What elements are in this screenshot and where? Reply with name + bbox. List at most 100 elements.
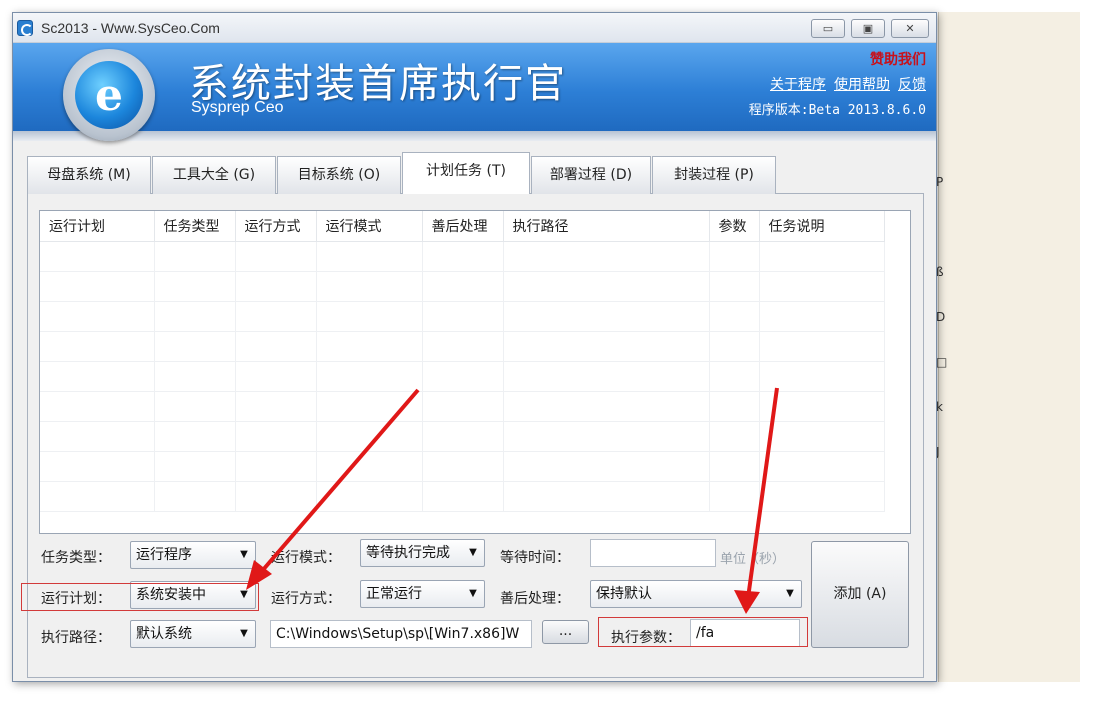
close-button[interactable]: ✕ [891, 19, 929, 38]
table-cell [154, 241, 236, 272]
column-header[interactable]: 执行路径 [503, 211, 710, 242]
app-icon [17, 20, 33, 36]
table-cell [503, 301, 710, 332]
dropdown-arrow-icon: ▼ [786, 588, 794, 599]
table-cell [759, 361, 885, 392]
logo-icon: e [75, 61, 143, 129]
run-mode-label: 运行模式： [271, 550, 341, 566]
tab-scheduled-tasks[interactable]: 计划任务 (T) [402, 152, 530, 194]
tab-tools[interactable]: 工具大全 (G) [152, 156, 276, 194]
version-text: 程序版本:Beta 2013.8.6.0 [748, 103, 926, 118]
table-cell [316, 481, 423, 512]
table-cell [709, 271, 760, 302]
task-type-select[interactable]: 运行程序 ▼ [130, 541, 256, 569]
table-row [40, 271, 885, 302]
table-body [40, 241, 885, 512]
exec-path-label: 执行路径： [41, 630, 111, 646]
exec-path-select[interactable]: 默认系统 ▼ [130, 620, 256, 648]
column-header[interactable]: 运行计划 [40, 211, 155, 242]
app-logo: e [63, 49, 155, 141]
table-cell [316, 361, 423, 392]
background-panel [938, 12, 1080, 682]
run-mode-select[interactable]: 等待执行完成 ▼ [360, 539, 485, 567]
table-cell [503, 481, 710, 512]
table-header-row: 运行计划 任务类型 运行方式 运行模式 善后处理 执行路径 参数 任务说明 [40, 211, 885, 242]
column-header[interactable]: 任务说明 [759, 211, 885, 242]
table-cell [154, 481, 236, 512]
path-input[interactable]: C:\Windows\Setup\sp\[Win7.x86]W [270, 620, 532, 648]
table-cell [40, 361, 155, 392]
task-type-label: 任务类型： [41, 550, 111, 566]
table-cell [154, 451, 236, 482]
table-cell [40, 331, 155, 362]
add-button[interactable]: 添加 (A) [811, 541, 909, 648]
table-cell [40, 421, 155, 452]
dropdown-arrow-icon: ▼ [240, 628, 248, 639]
table-cell [422, 271, 504, 302]
tab-deploy-process[interactable]: 部署过程 (D) [531, 156, 651, 194]
table-cell [422, 391, 504, 422]
table-cell [235, 391, 317, 422]
maximize-button[interactable]: ▣ [851, 19, 885, 38]
table-row [40, 331, 885, 362]
table-cell [503, 451, 710, 482]
run-method-select[interactable]: 正常运行 ▼ [360, 580, 485, 608]
table-cell [422, 451, 504, 482]
table-cell [503, 361, 710, 392]
table-cell [316, 271, 423, 302]
table-cell [759, 451, 885, 482]
table-cell [316, 241, 423, 272]
table-cell [235, 421, 317, 452]
tab-package-process[interactable]: 封装过程 (P) [652, 156, 776, 194]
table-cell [709, 391, 760, 422]
table-cell [235, 271, 317, 302]
help-link[interactable]: 使用帮助 [834, 77, 890, 93]
column-header[interactable]: 善后处理 [422, 211, 504, 242]
table-cell [759, 391, 885, 422]
wait-time-input[interactable] [590, 539, 716, 567]
table-cell [422, 421, 504, 452]
donate-link[interactable]: 赞助我们 [870, 49, 926, 69]
background-glyph: P [936, 175, 944, 189]
table-cell [759, 421, 885, 452]
feedback-link[interactable]: 反馈 [898, 77, 926, 93]
table-row [40, 241, 885, 272]
table-cell [709, 481, 760, 512]
table-cell [235, 451, 317, 482]
tab-mother-system[interactable]: 母盘系统 (M) [27, 156, 151, 194]
tab-target-system[interactable]: 目标系统 (O) [277, 156, 401, 194]
aftercare-select[interactable]: 保持默认 ▼ [590, 580, 802, 608]
table-cell [709, 331, 760, 362]
wait-time-label: 等待时间： [500, 550, 570, 566]
table-cell [154, 361, 236, 392]
table-cell [759, 481, 885, 512]
column-header[interactable]: 运行方式 [235, 211, 317, 242]
exec-path-value: 默认系统 [136, 626, 192, 642]
column-header[interactable]: 运行模式 [316, 211, 423, 242]
table-cell [709, 451, 760, 482]
task-list-grid[interactable]: 运行计划 任务类型 运行方式 运行模式 善后处理 执行路径 参数 任务说明 [39, 210, 911, 534]
table-row [40, 451, 885, 482]
table-cell [235, 241, 317, 272]
table-cell [154, 331, 236, 362]
table-cell [316, 421, 423, 452]
table-cell [759, 301, 885, 332]
dropdown-arrow-icon: ▼ [469, 588, 477, 599]
background-glyph: □ [936, 355, 948, 369]
table-row [40, 391, 885, 422]
column-header[interactable]: 参数 [709, 211, 760, 242]
table-cell [40, 481, 155, 512]
table-cell [422, 331, 504, 362]
about-link[interactable]: 关于程序 [770, 77, 826, 93]
column-header[interactable]: 任务类型 [154, 211, 236, 242]
task-type-value: 运行程序 [136, 547, 192, 563]
minimize-button[interactable]: ▭ [811, 19, 845, 38]
table-cell [154, 301, 236, 332]
table-cell [40, 391, 155, 422]
browse-button[interactable]: ... [542, 620, 589, 644]
table-row [40, 361, 885, 392]
table-cell [40, 451, 155, 482]
table-cell [503, 241, 710, 272]
table-cell [235, 361, 317, 392]
table-cell [40, 301, 155, 332]
